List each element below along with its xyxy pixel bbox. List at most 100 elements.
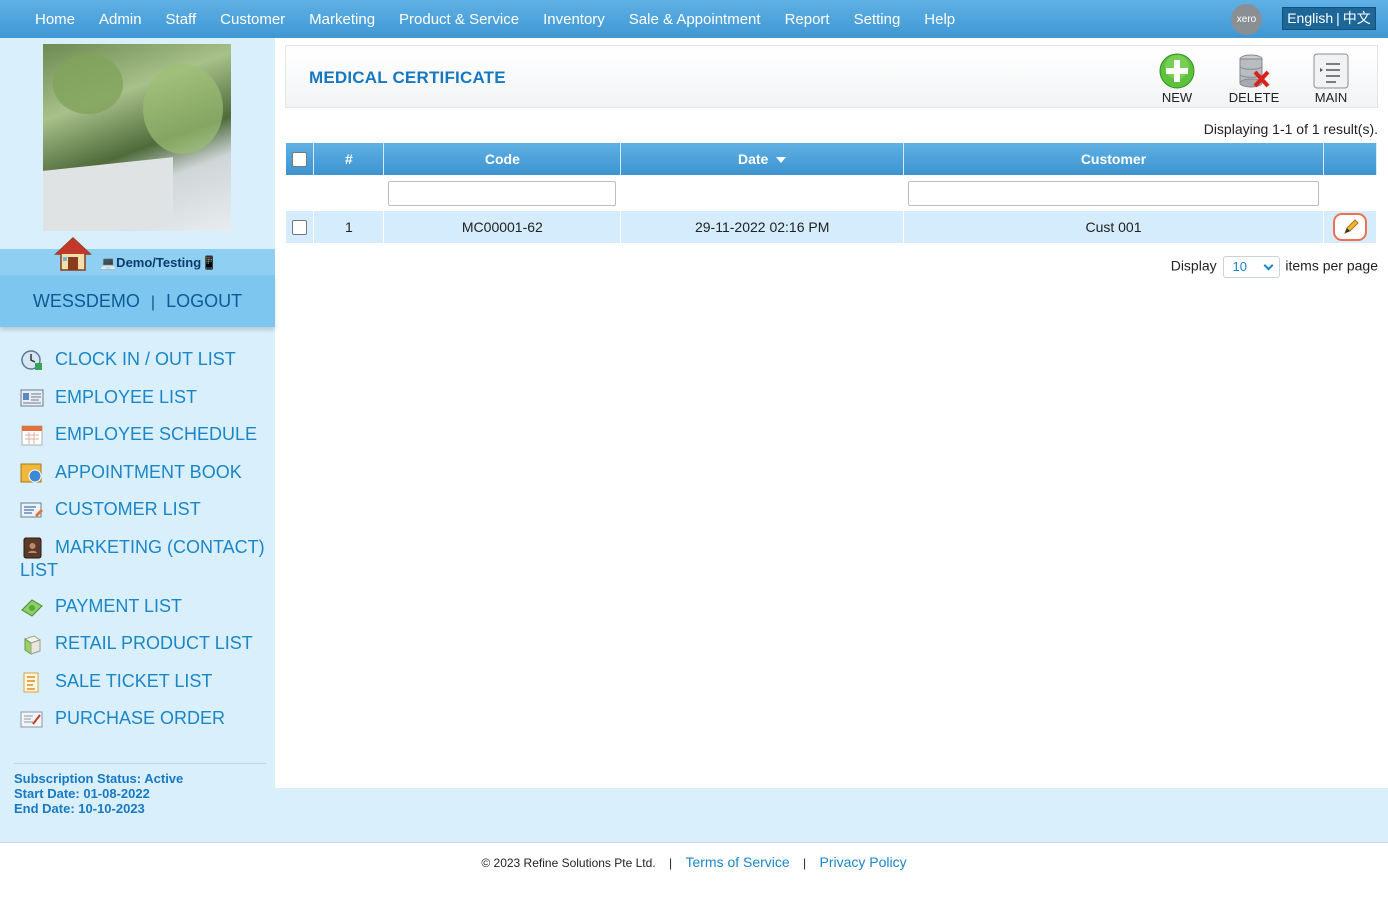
nav-product-service[interactable]: Product & Service — [387, 11, 531, 28]
sidebar-item-label: RETAIL PRODUCT LIST — [55, 633, 253, 653]
row-date: 29-11-2022 02:16 PM — [620, 211, 904, 243]
column-header-code[interactable]: Code — [383, 143, 622, 175]
subscription-status: Subscription Status: Active — [14, 771, 184, 786]
nav-sale-appointment[interactable]: Sale & Appointment — [617, 11, 773, 28]
sidebar-item-employee-list[interactable]: EMPLOYEE LIST — [20, 386, 270, 424]
select-all-checkbox[interactable] — [292, 152, 308, 168]
sidebar-menu: CLOCK IN / OUT LIST EMPLOYEE LIST EMPLOY… — [20, 348, 270, 745]
new-button[interactable]: NEW — [1152, 52, 1202, 105]
sort-desc-icon — [776, 157, 787, 164]
sidebar-item-label: EMPLOYEE SCHEDULE — [55, 424, 258, 444]
footer-separator: | — [668, 856, 673, 870]
footer-separator: | — [803, 856, 807, 870]
nav-inventory[interactable]: Inventory — [531, 11, 617, 28]
code-filter-input[interactable] — [388, 180, 617, 206]
sidebar-item-payment-list[interactable]: PAYMENT LIST — [20, 595, 270, 633]
date-header-label: Date — [738, 151, 769, 167]
page-title: MEDICAL CERTIFICATE — [309, 68, 506, 87]
sidebar-item-appointment-book[interactable]: APPOINTMENT BOOK — [20, 461, 270, 499]
sidebar-item-label: APPOINTMENT BOOK — [55, 461, 242, 482]
home-icon[interactable] — [54, 235, 92, 273]
main-label: MAIN — [1314, 90, 1348, 105]
user-separator: | — [150, 294, 156, 311]
terms-link[interactable]: Terms of Service — [685, 854, 789, 870]
sidebar-item-clock-in-out[interactable]: CLOCK IN / OUT LIST — [20, 348, 270, 386]
row-checkbox[interactable] — [292, 220, 308, 236]
pagination-control: Display 10 items per page — [1100, 256, 1378, 278]
result-count: Displaying 1-1 of 1 result(s). — [1203, 121, 1378, 137]
logout-link[interactable]: LOGOUT — [166, 291, 242, 311]
nav-help[interactable]: Help — [912, 11, 967, 28]
ticket-icon — [23, 672, 39, 692]
nav-customer[interactable]: Customer — [208, 11, 297, 28]
nav-report[interactable]: Report — [773, 11, 842, 28]
row-code: MC00001-62 — [383, 211, 622, 243]
contact-book-icon — [23, 537, 42, 558]
row-num: 1 — [313, 211, 385, 243]
column-header-date[interactable]: Date — [620, 143, 904, 175]
customer-card-icon — [20, 502, 43, 518]
subscription-info: Subscription Status: Active Start Date: … — [14, 763, 266, 816]
sidebar-item-customer-list[interactable]: CUSTOMER LIST — [20, 498, 270, 536]
sidebar-item-marketing-contact[interactable]: MARKETING (CONTACT) LIST — [20, 536, 270, 595]
chevron-down-icon — [1263, 260, 1273, 271]
column-header-actions — [1323, 143, 1378, 175]
delete-database-icon — [1239, 54, 1270, 88]
profile-photo — [43, 44, 231, 231]
nav-admin[interactable]: Admin — [87, 11, 154, 28]
sidebar-item-label: CLOCK IN / OUT LIST — [55, 349, 236, 369]
items-per-page-value: 10 — [1232, 259, 1247, 274]
sidebar: 💻Demo/Testing📱 WESSDEMO | LOGOUT CLOCK IN … — [0, 38, 275, 842]
pencil-icon — [1344, 219, 1359, 234]
lang-separator: | — [1336, 10, 1340, 26]
user-bar: WESSDEMO | LOGOUT — [0, 275, 275, 327]
sidebar-item-label: MARKETING (CONTACT) LIST — [20, 536, 265, 580]
sidebar-item-label: SALE TICKET LIST — [55, 670, 213, 691]
product-box-icon — [23, 635, 42, 655]
sidebar-item-sale-ticket[interactable]: SALE TICKET LIST — [20, 670, 270, 708]
sidebar-item-label: PURCHASE ORDER — [55, 708, 226, 728]
calendar-icon — [21, 425, 43, 446]
nav-setting[interactable]: Setting — [842, 11, 913, 28]
customer-filter-input[interactable] — [907, 180, 1319, 206]
table-header-row: # Code Date Customer — [286, 143, 1378, 175]
username-link[interactable]: WESSDEMO — [33, 291, 140, 311]
clock-icon — [21, 350, 42, 370]
content-bottom-strip — [275, 788, 1388, 842]
language-switcher: English | 中文 — [1282, 7, 1376, 30]
main-button[interactable]: MAIN — [1308, 52, 1354, 105]
sidebar-item-retail-product[interactable]: RETAIL PRODUCT LIST — [20, 632, 270, 670]
footer: © 2023 Refine Solutions Pte Ltd. | Terms… — [0, 842, 1388, 902]
lang-chinese[interactable]: 中文 — [1343, 10, 1371, 26]
privacy-link[interactable]: Privacy Policy — [820, 854, 907, 870]
purchase-order-icon — [20, 711, 43, 728]
add-icon — [1159, 53, 1195, 89]
sidebar-item-employee-schedule[interactable]: EMPLOYEE SCHEDULE — [20, 423, 270, 461]
company-name: 💻Demo/Testing📱 — [100, 255, 218, 270]
company-bar: 💻Demo/Testing📱 — [0, 236, 275, 275]
copyright-text: © 2023 Refine Solutions Pte Ltd. — [481, 856, 656, 870]
sidebar-item-purchase-order[interactable]: PURCHASE ORDER — [20, 707, 270, 745]
main-menu: Home Admin Staff Customer Marketing Prod… — [23, 0, 967, 38]
items-per-page-label: items per page — [1285, 257, 1378, 274]
xero-logo-icon[interactable]: xero — [1231, 4, 1262, 35]
list-document-icon — [1313, 53, 1349, 89]
column-header-customer[interactable]: Customer — [903, 143, 1324, 175]
sidebar-item-label: PAYMENT LIST — [55, 595, 183, 616]
sidebar-item-label: CUSTOMER LIST — [55, 499, 201, 519]
edit-button[interactable] — [1332, 213, 1367, 241]
sidebar-item-label: EMPLOYEE LIST — [55, 386, 198, 407]
new-label: NEW — [1161, 90, 1193, 105]
nav-home[interactable]: Home — [23, 11, 87, 28]
nav-staff[interactable]: Staff — [154, 11, 209, 28]
nav-marketing[interactable]: Marketing — [297, 11, 387, 28]
column-header-num[interactable]: # — [313, 143, 385, 175]
money-icon — [21, 598, 43, 617]
subscription-end-date: End Date: 10-10-2023 — [14, 801, 145, 816]
table-row[interactable]: 1 MC00001-62 29-11-2022 02:16 PM Cust 00… — [286, 211, 1378, 243]
delete-button[interactable]: DELETE — [1226, 52, 1282, 105]
row-customer: Cust 001 — [903, 211, 1324, 243]
lang-english[interactable]: English — [1287, 10, 1333, 26]
items-per-page-select[interactable]: 10 — [1222, 256, 1280, 278]
certificate-table: # Code Date Customer 1 MC00001-62 29-11-… — [286, 143, 1378, 243]
